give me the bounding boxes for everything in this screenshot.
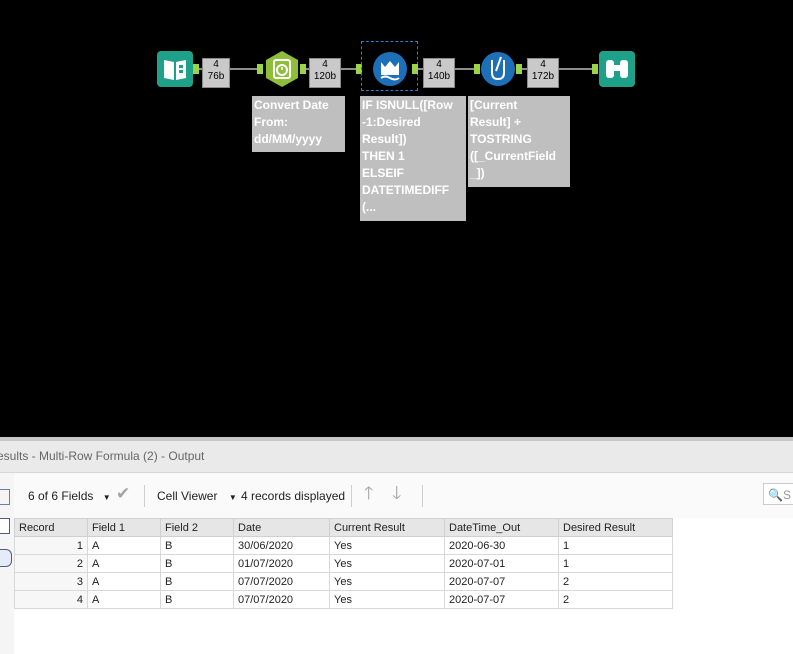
table-cell[interactable]: Yes [329,554,445,573]
table-row[interactable]: 2 A B 01/07/2020 Yes 2020-07-01 1 [14,554,673,573]
results-table: Record Field 1 Field 2 Date Current Resu… [14,518,673,609]
column-header[interactable]: DateTime_Out [444,518,559,537]
arrow-down-icon[interactable]: 🡓 [392,484,401,502]
output-anchor[interactable] [516,64,522,74]
search-input[interactable]: 🔍S [763,483,793,505]
table-cell[interactable]: 2 [558,590,673,609]
column-header[interactable]: Date [233,518,330,537]
table-cell[interactable]: Yes [329,572,445,591]
fields-selector[interactable]: 6 of 6 Fields ▼ [28,488,111,504]
table-row[interactable]: 4 A B 07/07/2020 Yes 2020-07-07 2 [14,590,673,609]
datetime-tool[interactable] [264,51,300,87]
record-badge: 4 76b [202,58,230,88]
results-title-bar: esults - Multi-Row Formula (2) - Output [0,441,793,473]
formula-annotation: [Current Result] + TOSTRING ([_CurrentFi… [468,96,570,187]
list-view-icon[interactable] [0,489,10,505]
multirow-annotation: IF ISNULL([Row -1:Desired Result]) THEN … [360,96,466,221]
table-cell[interactable]: 1 [14,536,88,555]
table-cell[interactable]: 2020-07-07 [444,590,559,609]
input-data-tool[interactable] [157,51,193,87]
table-cell[interactable]: 01/07/2020 [233,554,330,573]
record-badge: 4 172b [527,58,559,88]
workflow-canvas[interactable]: 4 76b 4 120b 4 140b 4172b Convert Date F… [0,0,793,437]
results-title: esults - Multi-Row Formula (2) - Output [0,449,205,463]
record-badge: 4 140b [423,58,455,88]
table-cell[interactable]: Yes [329,536,445,555]
table-cell[interactable]: 1 [558,554,673,573]
table-cell[interactable]: 2020-07-01 [444,554,559,573]
formula-tool[interactable] [480,51,516,87]
results-grid-area: Record Field 1 Field 2 Date Current Resu… [14,518,793,654]
fields-selector-label: 6 of 6 Fields [28,489,94,503]
table-cell[interactable]: 07/07/2020 [233,590,330,609]
table-cell[interactable]: A [87,536,161,555]
metadata-view-icon[interactable] [0,549,12,567]
cell-viewer-label: Cell Viewer [157,489,218,503]
record-badge: 4 120b [309,58,341,88]
table-cell[interactable]: 2 [558,572,673,591]
clock-icon [266,51,298,87]
beaker-icon [481,52,515,86]
book-icon [157,51,193,87]
table-cell[interactable]: B [160,536,234,555]
table-cell[interactable]: A [87,590,161,609]
table-cell[interactable]: 2020-07-07 [444,572,559,591]
results-side-strip [0,473,14,654]
table-header-row: Record Field 1 Field 2 Date Current Resu… [14,518,673,537]
column-header[interactable]: Current Result [329,518,445,537]
table-row[interactable]: 1 A B 30/06/2020 Yes 2020-06-30 1 [14,536,673,555]
table-cell[interactable]: B [160,572,234,591]
chevron-down-icon: ▼ [228,493,237,502]
output-anchor[interactable] [300,64,306,74]
records-count: 4 records displayed [241,489,346,503]
table-cell[interactable]: 4 [14,590,88,609]
table-row[interactable]: 3 A B 07/07/2020 Yes 2020-07-07 2 [14,572,673,591]
datetime-annotation: Convert Date From: dd/MM/yyyy [252,96,345,152]
binoculars-icon [599,51,635,87]
table-cell[interactable]: B [160,554,234,573]
table-cell[interactable]: B [160,590,234,609]
multi-row-formula-tool[interactable] [372,51,408,87]
cell-viewer-selector[interactable]: Cell Viewer ▼ [157,488,237,504]
input-anchor[interactable] [257,64,263,74]
toolbar-divider [422,485,423,507]
browse-tool[interactable] [599,51,635,87]
table-cell[interactable]: 1 [558,536,673,555]
toolbar-divider [351,485,352,507]
output-anchor[interactable] [193,64,199,74]
search-icon: 🔍 [768,488,783,502]
search-placeholder: S [782,488,791,502]
chevron-down-icon: ▼ [102,493,111,502]
column-header[interactable]: Desired Result [558,518,673,537]
table-cell[interactable]: 30/06/2020 [233,536,330,555]
results-window: esults - Multi-Row Formula (2) - Output … [0,441,793,654]
checkmark-icon[interactable]: ✔ [116,485,130,502]
crown-water-icon [373,52,407,86]
table-cell[interactable]: 3 [14,572,88,591]
column-header[interactable]: Record [14,518,88,537]
output-anchor[interactable] [412,64,418,74]
results-toolbar: 6 of 6 Fields ▼ ✔ Cell Viewer ▼ 4 record… [14,473,793,519]
table-cell[interactable]: 2 [14,554,88,573]
table-cell[interactable]: 07/07/2020 [233,572,330,591]
table-cell[interactable]: A [87,554,161,573]
table-cell[interactable]: A [87,572,161,591]
input-anchor[interactable] [592,64,598,74]
table-cell[interactable]: 2020-06-30 [444,536,559,555]
table-cell[interactable]: Yes [329,590,445,609]
arrow-up-icon[interactable]: 🡑 [364,484,373,502]
column-header[interactable]: Field 2 [160,518,234,537]
table-view-icon[interactable] [0,518,10,534]
toolbar-divider [144,485,145,507]
column-header[interactable]: Field 1 [87,518,161,537]
